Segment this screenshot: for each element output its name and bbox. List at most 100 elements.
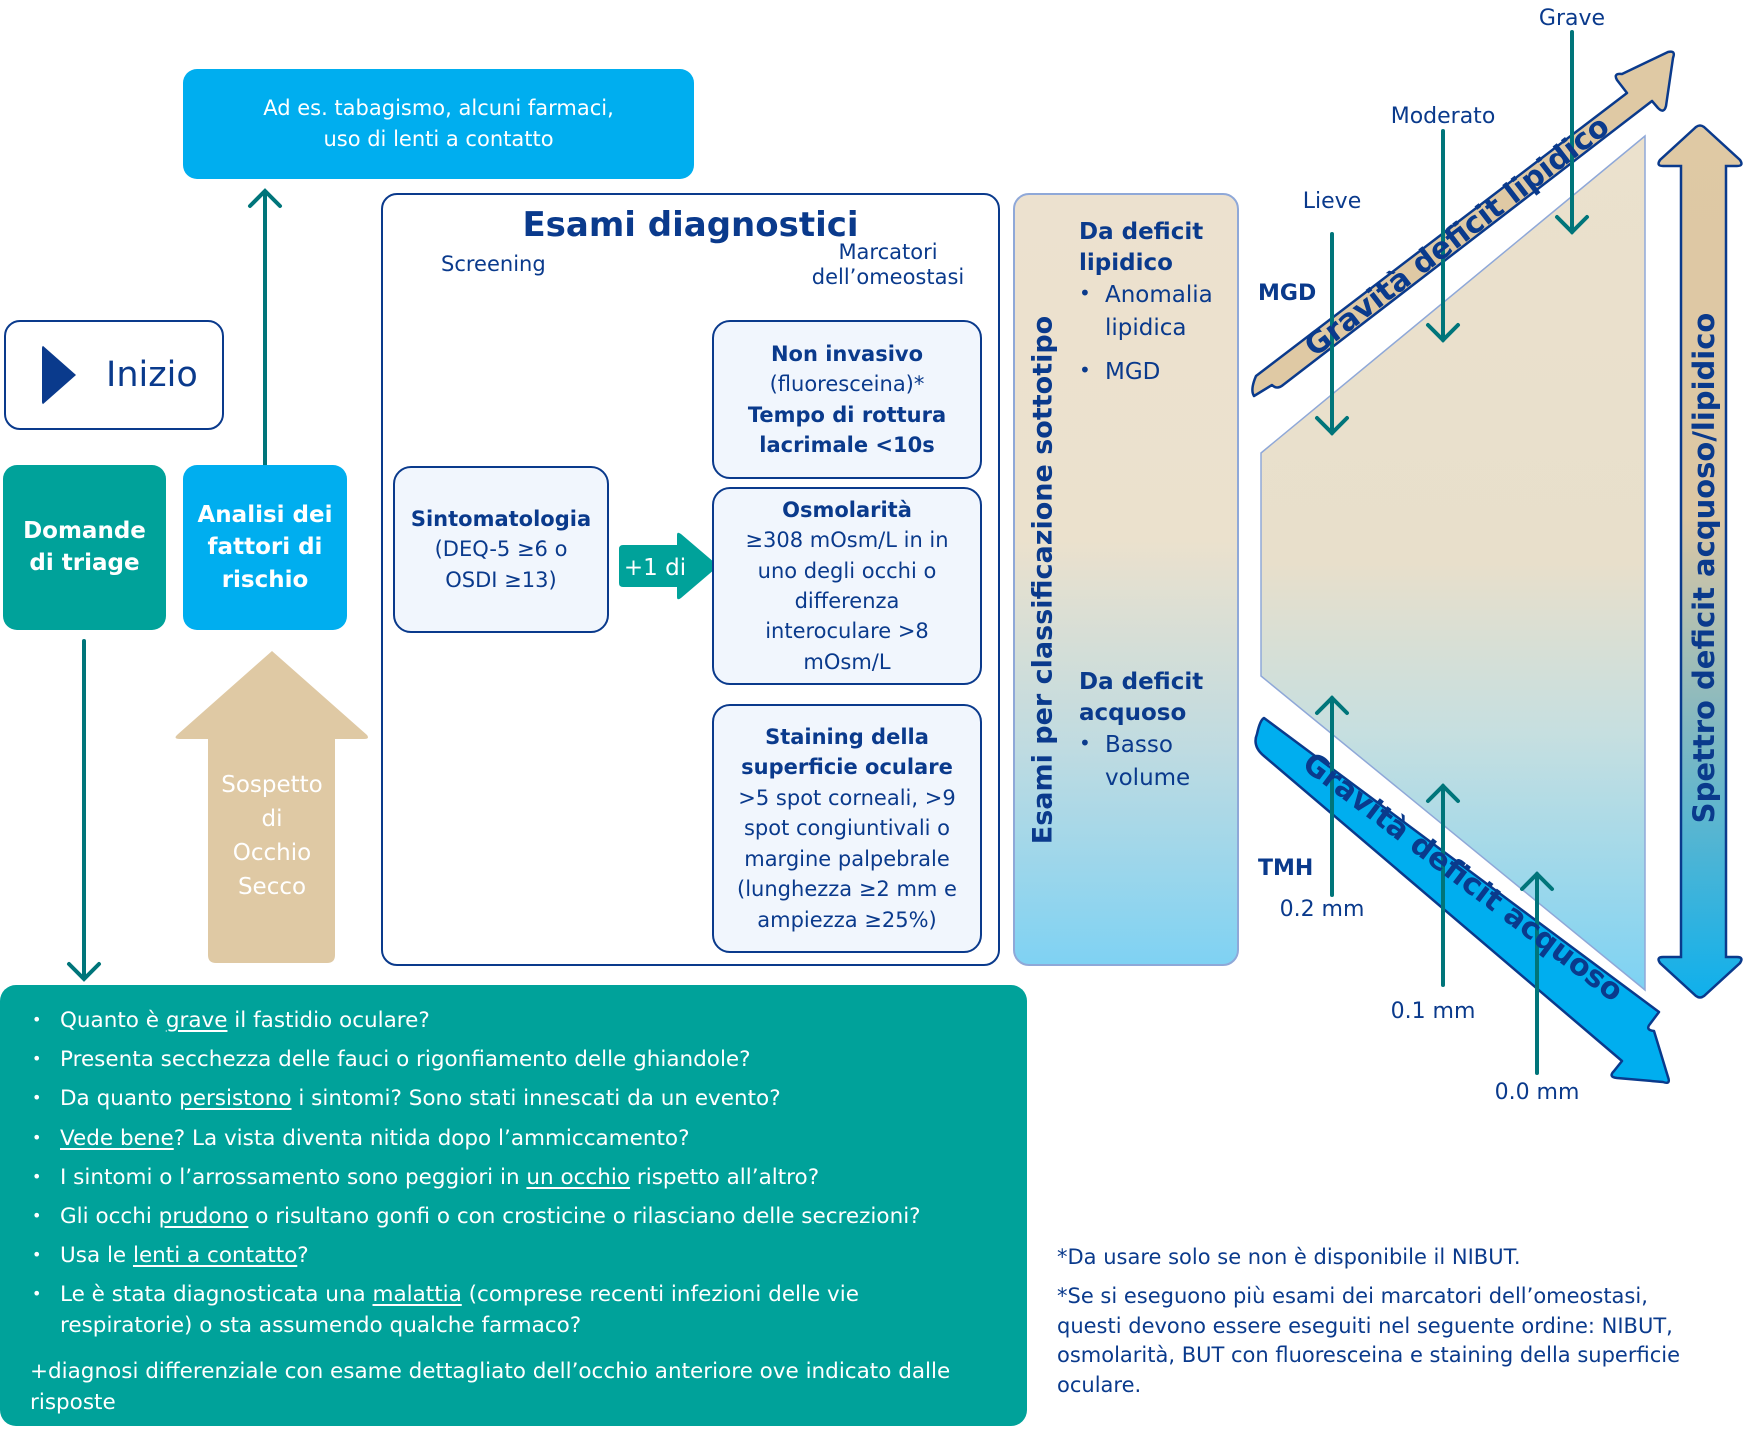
- start-node[interactable]: Inizio: [4, 320, 224, 430]
- triage-title-line: Domande: [23, 518, 146, 545]
- triage-question: Quanto è grave il fastidio oculare?: [32, 1005, 997, 1036]
- staining-line: spot congiuntivali o: [743, 816, 951, 841]
- aqueous-head-line: Da deficit: [1079, 669, 1204, 695]
- staining-title: Staining della: [765, 724, 929, 749]
- triage-question: Presenta secchezza delle fauci o rigonfi…: [32, 1044, 997, 1075]
- footnote-1: *Da usare solo se non è disponibile il N…: [1057, 1245, 1521, 1269]
- moderato-down-arrow: [1426, 129, 1460, 343]
- question-keyword: malattia: [372, 1282, 462, 1308]
- question-keyword: grave: [165, 1008, 228, 1033]
- question-text: Gli occhi: [60, 1203, 159, 1229]
- plus-one-label: +1 di: [624, 555, 686, 581]
- osmolarity-title: Osmolarità: [782, 497, 912, 522]
- nibut-sub: (fluoresceina)*: [769, 372, 925, 397]
- level-lieve: Lieve: [1303, 189, 1361, 214]
- symptoms-line: (DEQ-5 ≥6 o: [434, 537, 568, 562]
- screening-label: Screening: [441, 252, 546, 276]
- triage-question: Da quanto persistono i sintomi? Sono sta…: [32, 1083, 997, 1114]
- risk-factors-node[interactable]: Analisi dei fattori di rischio: [183, 465, 347, 630]
- triage-questions-panel: Quanto è grave il fastidio oculare? Prese…: [0, 985, 1027, 1426]
- suspicion-line: di: [262, 806, 283, 832]
- risk-examples-line: Ad es. tabagismo, alcuni farmaci,: [263, 95, 614, 120]
- tmh-level-00: 0.0 mm: [1495, 1080, 1580, 1105]
- aqueous-deficit-block: Da deficit acquoso Basso volume: [1079, 667, 1239, 806]
- osmolarity-line: interoculare >8: [765, 619, 929, 644]
- risk-examples-line: uso di lenti a contatto: [323, 127, 554, 151]
- lieve-down-arrow: [1315, 232, 1349, 436]
- triage-question: Le è stata diagnosticata una malattia (c…: [32, 1279, 997, 1341]
- symptoms-line: OSDI ≥13): [445, 567, 557, 592]
- mgd-axis-label: MGD: [1258, 281, 1316, 306]
- question-text: Presenta secchezza delle fauci o rigonfi…: [60, 1047, 751, 1073]
- aqueous-item: Basso volume: [1079, 729, 1239, 796]
- spectrum-double-arrow: [1657, 124, 1743, 999]
- plus-one-connector-arrow: +1 di: [619, 532, 717, 600]
- suspicion-up-arrow: [175, 651, 368, 963]
- suspicion-line: Secco: [238, 874, 306, 900]
- triage-questions-node[interactable]: Domande di triage: [3, 465, 166, 630]
- suspicion-line: Sospetto: [221, 772, 323, 798]
- arrow-risk-to-examples: [248, 188, 282, 467]
- risk-title-line: Analisi dei: [197, 502, 333, 529]
- triage-question: I sintomi o l’arrossamento sono peggiori…: [32, 1162, 997, 1193]
- question-text: il fastidio oculare?: [227, 1008, 430, 1033]
- nibut-card[interactable]: Non invasivo (fluoresceina)* Tempo di ro…: [712, 320, 982, 479]
- diagnostics-title: Esami diagnostici: [522, 205, 859, 245]
- osmolarity-line: mOsm/L: [803, 649, 891, 674]
- markers-label-line: dell’omeostasi: [811, 265, 965, 290]
- lipid-item: Anomalia lipidica: [1079, 279, 1239, 346]
- question-keyword: Vede bene: [60, 1125, 174, 1151]
- triage-title-line: di triage: [29, 549, 140, 576]
- triage-question: Vede bene? La vista diventa nitida dopo …: [32, 1123, 997, 1154]
- arrow-triage-to-questions: [67, 639, 101, 982]
- staining-card[interactable]: Staining della superficie oculare >5 spo…: [712, 704, 982, 953]
- suspicion-label: Sospetto di Occhio Secco: [221, 772, 323, 900]
- question-text: Da quanto: [60, 1086, 180, 1112]
- subtype-classification-panel: Esami per classificazione sottotipo Da d…: [1013, 193, 1239, 966]
- osmolarity-line: ≥308 mOsm/L in in: [745, 528, 949, 553]
- tmh-02-up-arrow: [1315, 695, 1349, 897]
- question-text: rispetto all’altro?: [630, 1164, 820, 1190]
- homeostasis-markers-label: Marcatori dell’omeostasi: [768, 240, 1008, 290]
- spectrum-label: Spettro deficit acquoso/lipidico: [1687, 313, 1721, 824]
- tmh-level-02: 0.2 mm: [1280, 897, 1365, 922]
- lipid-deficit-block: Da deficit lipidico Anomalia lipidica MG…: [1079, 217, 1239, 399]
- question-text: Le è stata diagnosticata una: [60, 1282, 373, 1308]
- triage-question: Gli occhi prudono o risultano gonfi o co…: [32, 1201, 997, 1232]
- aqueous-severity-label: Gravità deficit acquoso: [1296, 746, 1630, 1009]
- question-keyword: persistono: [179, 1086, 292, 1112]
- question-keyword: prudono: [158, 1203, 249, 1229]
- suspicion-line: Occhio: [233, 840, 311, 866]
- staining-line: margine palpebrale: [744, 846, 950, 871]
- nibut-line: Tempo di rottura: [747, 402, 947, 427]
- triage-question: Usa le lenti a contatto?: [32, 1240, 997, 1271]
- play-triangle-icon: [42, 345, 76, 405]
- osmolarity-line: uno degli occhi o: [757, 558, 937, 583]
- lipid-severity-label: Gravità deficit lipidico: [1298, 109, 1616, 364]
- question-text: ?: [297, 1243, 309, 1269]
- question-text: ? La vista diventa nitida dopo l’ammicca…: [173, 1125, 690, 1151]
- triage-questions-list: Quanto è grave il fastidio oculare? Prese…: [32, 1005, 997, 1342]
- staining-line: >5 spot corneali, >9: [738, 785, 956, 810]
- osmolarity-card[interactable]: Osmolarità ≥308 mOsm/L in in uno degli o…: [712, 487, 982, 685]
- diagnostics-panel: Esami diagnostici Screening Marcatori de…: [381, 193, 1000, 966]
- grave-down-arrow: [1555, 30, 1589, 235]
- aqueous-head-line: acquoso: [1079, 700, 1187, 727]
- nibut-title: Non invasivo: [770, 341, 924, 366]
- footnote-2: *Se si eseguono più esami dei marcatori …: [1057, 1284, 1681, 1397]
- tmh-01-up-arrow: [1426, 783, 1460, 987]
- question-text: Usa le: [60, 1243, 133, 1269]
- question-text: I sintomi o l’arrossamento sono peggiori…: [60, 1164, 527, 1190]
- markers-label-line: Marcatori: [838, 240, 938, 264]
- tmh-axis-label: TMH: [1258, 856, 1313, 881]
- lipid-head-line: Da deficit: [1079, 219, 1204, 245]
- subtype-vertical-title: Esami per classificazione sottotipo: [1015, 195, 1071, 964]
- osmolarity-line: differenza: [794, 589, 900, 613]
- staining-line: (lunghezza ≥2 mm e: [737, 877, 957, 902]
- level-grave: Grave: [1539, 6, 1605, 31]
- question-text: i sintomi? Sono stati innescati da un ev…: [291, 1086, 781, 1112]
- level-moderato: Moderato: [1391, 104, 1496, 129]
- symptoms-card[interactable]: Sintomatologia (DEQ-5 ≥6 o OSDI ≥13): [393, 466, 609, 633]
- staining-title: superficie oculare: [741, 755, 953, 780]
- risk-examples-node: Ad es. tabagismo, alcuni farmaci, uso di…: [183, 69, 694, 179]
